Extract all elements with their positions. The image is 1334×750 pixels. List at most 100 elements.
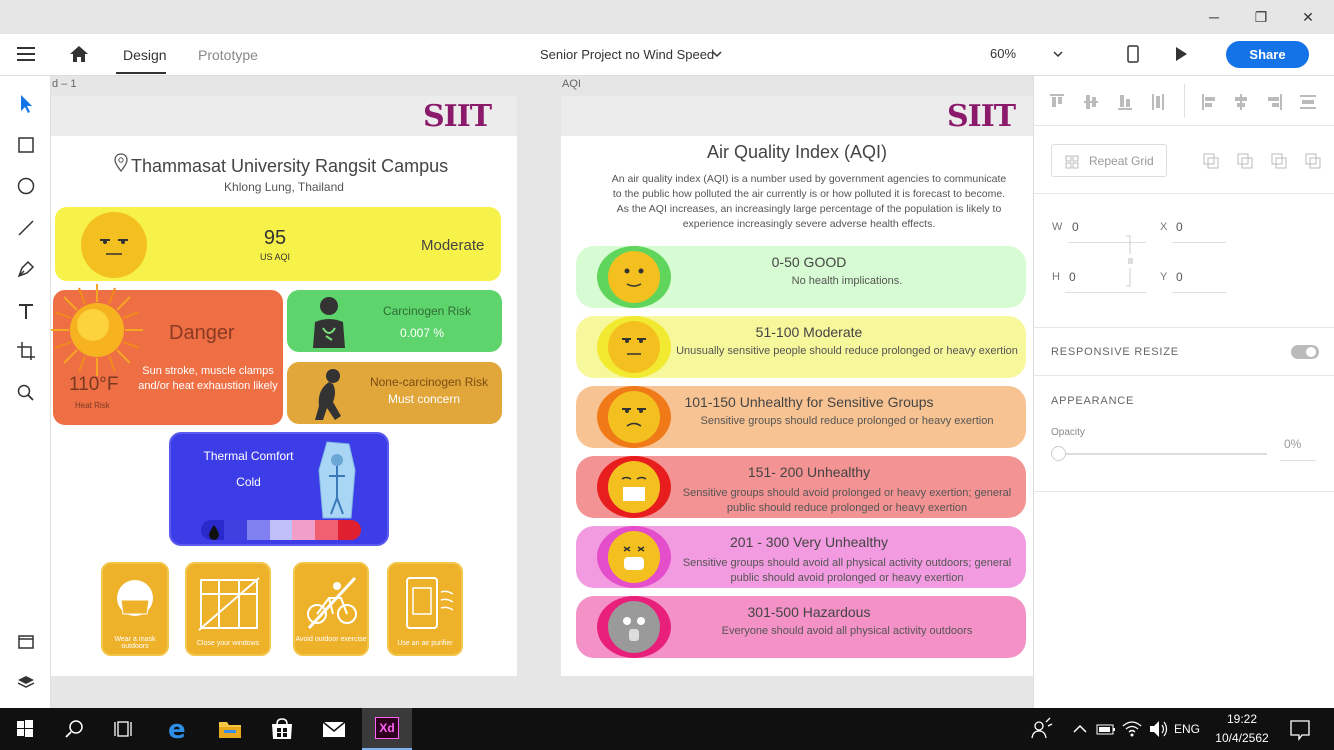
select-arrow-icon[interactable] bbox=[13, 90, 39, 116]
document-title[interactable]: Senior Project no Wind Speed bbox=[540, 47, 714, 62]
zoom-level[interactable]: 60% bbox=[990, 46, 1016, 61]
input-language[interactable]: ENG bbox=[1174, 722, 1200, 736]
tools-sidebar bbox=[0, 76, 51, 708]
aqi-value: 95 bbox=[263, 227, 287, 249]
artboard-label[interactable]: d – 1 bbox=[52, 78, 76, 90]
file-explorer-icon[interactable] bbox=[206, 708, 254, 750]
width-input[interactable]: 0 bbox=[1072, 220, 1079, 234]
non-carcinogen-value: Must concern bbox=[387, 392, 461, 406]
adobe-xd-icon: Xd bbox=[375, 717, 399, 739]
aqi-level-description: Everyone should avoid all physical activ… bbox=[721, 625, 973, 637]
artboard-dashboard[interactable]: SIIT Thammasat University Rangsit Campus… bbox=[51, 96, 517, 676]
artboard-label[interactable]: AQI bbox=[562, 78, 581, 90]
thermal-comfort-card[interactable]: Thermal Comfort Cold bbox=[169, 432, 389, 546]
aqi-level-row[interactable]: 0-50 GOOD No health implications. bbox=[576, 246, 1026, 308]
store-icon[interactable] bbox=[258, 708, 306, 750]
tip-air-purifier[interactable]: Use an air purifier bbox=[387, 562, 463, 656]
x-input[interactable]: 0 bbox=[1176, 220, 1183, 234]
aqi-level-description: Sensitive groups should avoid prolonged … bbox=[682, 487, 1012, 514]
carcinogen-card[interactable]: Carcinogen Risk 0.007 % bbox=[287, 290, 502, 352]
grid-icon bbox=[1065, 155, 1079, 169]
people-icon[interactable] bbox=[1020, 708, 1068, 750]
opacity-slider-track[interactable] bbox=[1065, 453, 1267, 455]
notification-center-icon[interactable] bbox=[1280, 708, 1328, 750]
restore-button[interactable]: ❐ bbox=[1238, 0, 1284, 34]
repeat-grid-button[interactable]: Repeat Grid bbox=[1051, 144, 1167, 177]
aqi-level-row[interactable]: 301-500 Hazardous Everyone should avoid a… bbox=[576, 596, 1026, 658]
tab-design[interactable]: Design bbox=[123, 47, 167, 63]
align-section bbox=[1034, 76, 1334, 126]
close-button[interactable]: ✕ bbox=[1285, 0, 1331, 34]
text-tool-icon[interactable] bbox=[13, 298, 39, 324]
location-title: Thammasat University Rangsit Campus bbox=[131, 156, 449, 176]
opacity-slider-handle[interactable] bbox=[1051, 446, 1066, 461]
aqi-level-title: 101-150 Unhealthy for Sensitive Groups bbox=[684, 394, 934, 410]
adobe-xd-taskbar-item[interactable]: Xd bbox=[362, 708, 412, 750]
lock-aspect-icon[interactable] bbox=[1124, 234, 1136, 288]
y-input[interactable]: 0 bbox=[1176, 270, 1183, 284]
heat-risk-card[interactable]: Danger Sun stroke, muscle clamps and/or … bbox=[51, 284, 283, 425]
artboard-aqi[interactable]: SIIT Air Quality Index (AQI) An air qual… bbox=[561, 96, 1033, 676]
aqi-level-badge bbox=[597, 526, 671, 588]
clock-date[interactable]: 10/4/2562 bbox=[1206, 731, 1278, 745]
tip-close-windows[interactable]: Close your windows bbox=[185, 562, 271, 656]
zoom-tool-icon[interactable] bbox=[13, 380, 39, 406]
location-pin-icon bbox=[114, 153, 128, 172]
width-label: W bbox=[1052, 221, 1063, 233]
height-input[interactable]: 0 bbox=[1069, 270, 1076, 284]
opacity-value[interactable]: 0% bbox=[1284, 437, 1301, 451]
y-underline bbox=[1172, 292, 1226, 293]
minimize-button[interactable]: ─ bbox=[1191, 0, 1237, 34]
carcinogen-title: Carcinogen Risk bbox=[382, 304, 472, 318]
aqi-level-title: 151- 200 Unhealthy bbox=[747, 464, 871, 480]
device-preview-icon[interactable] bbox=[1126, 45, 1140, 63]
rectangle-tool-icon[interactable] bbox=[13, 132, 39, 158]
chevron-down-icon[interactable] bbox=[712, 50, 722, 58]
mail-icon[interactable] bbox=[310, 708, 358, 750]
aqi-level-row[interactable]: 201 - 300 Very Unhealthy Sensitive groups… bbox=[576, 526, 1026, 588]
align-horizontal-icons[interactable] bbox=[1200, 92, 1330, 112]
share-button[interactable]: Share bbox=[1226, 41, 1309, 68]
tip-label: Wear a mask outdoors bbox=[114, 636, 156, 650]
property-inspector: Repeat Grid W 0 X 0 H 0 Y 0 RESPONSIVE R… bbox=[1033, 76, 1334, 708]
aqi-page-title: Air Quality Index (AQI) bbox=[706, 142, 888, 162]
ellipse-tool-icon[interactable] bbox=[13, 173, 39, 199]
windows-start-icon[interactable] bbox=[0, 708, 48, 750]
tip-wear-mask[interactable]: Wear a mask outdoors bbox=[101, 562, 169, 656]
aqi-level-badge bbox=[597, 246, 671, 308]
edge-browser-icon[interactable]: e bbox=[154, 708, 202, 750]
tip-avoid-exercise[interactable]: Avoid outdoor exercise bbox=[293, 562, 369, 656]
aqi-card[interactable]: 95 US AQI Moderate bbox=[55, 207, 501, 281]
hamburger-menu-icon[interactable] bbox=[17, 47, 35, 61]
aqi-intro: An air quality index (AQI) is a number u… bbox=[611, 173, 1007, 230]
align-vertical-icons[interactable] bbox=[1048, 92, 1198, 112]
design-canvas[interactable]: d – 1 AQI SIIT Thammasat University Rang… bbox=[51, 76, 1033, 708]
artboard-tool-icon[interactable] bbox=[13, 338, 39, 364]
play-icon[interactable] bbox=[1174, 46, 1188, 62]
line-tool-icon[interactable] bbox=[13, 215, 39, 241]
home-icon[interactable] bbox=[69, 45, 89, 63]
heat-value: 110°F bbox=[69, 374, 119, 395]
x-underline bbox=[1172, 242, 1226, 243]
tab-prototype[interactable]: Prototype bbox=[198, 47, 258, 63]
opacity-label: Opacity bbox=[1051, 427, 1085, 438]
non-carcinogen-card[interactable]: None-carcinogen Risk Must concern bbox=[287, 362, 502, 424]
title-bar: ─ ❐ ✕ bbox=[0, 0, 1334, 34]
heat-title: Danger bbox=[169, 322, 235, 344]
responsive-resize-toggle[interactable] bbox=[1291, 345, 1319, 359]
aqi-level-row[interactable]: 151- 200 Unhealthy Sensitive groups shoul… bbox=[576, 456, 1026, 518]
aqi-level-row[interactable]: 101-150 Unhealthy for Sensitive Groups Se… bbox=[576, 386, 1026, 448]
assets-panel-icon[interactable] bbox=[13, 629, 39, 655]
mask-person-icon bbox=[117, 580, 153, 616]
clock-time[interactable]: 19:22 bbox=[1206, 712, 1278, 726]
aqi-level-row[interactable]: 51-100 Moderate Unusually sensitive peopl… bbox=[576, 316, 1026, 378]
y-label: Y bbox=[1160, 271, 1168, 283]
search-icon[interactable] bbox=[50, 708, 98, 750]
temperature-scale bbox=[201, 520, 361, 540]
zoom-dropdown-icon[interactable] bbox=[1053, 50, 1063, 58]
coughing-person-icon bbox=[315, 369, 341, 420]
task-view-icon[interactable] bbox=[100, 708, 148, 750]
boolean-ops-icons[interactable] bbox=[1202, 152, 1322, 170]
layers-panel-icon[interactable] bbox=[13, 670, 39, 696]
pen-tool-icon[interactable] bbox=[13, 256, 39, 282]
